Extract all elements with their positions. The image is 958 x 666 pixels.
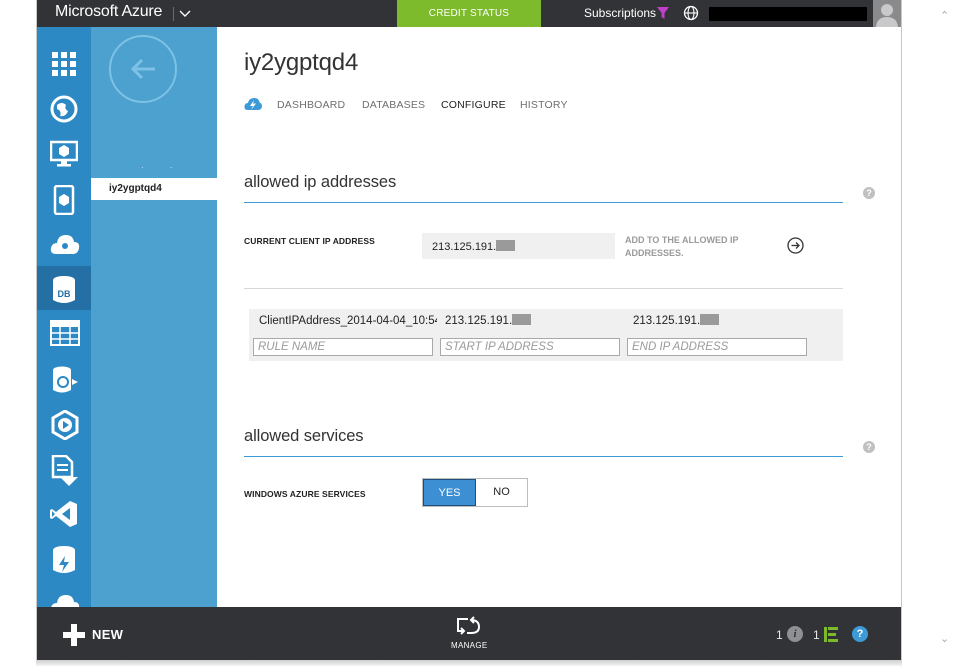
cloud-services-icon <box>50 235 80 254</box>
end-ip-input[interactable] <box>627 338 807 356</box>
new-rule-row <box>249 335 843 360</box>
redacted-octet <box>700 314 720 325</box>
rule-name-cell[interactable]: ClientIPAddress_2014-04-04_10:54 <box>259 309 437 334</box>
tab-history[interactable]: HISTORY <box>520 99 568 111</box>
rail-service-bus[interactable] <box>37 446 91 490</box>
filter-icon[interactable] <box>656 6 670 20</box>
cache-icon <box>53 546 75 573</box>
manage-icon[interactable] <box>456 616 482 638</box>
rail-cache[interactable] <box>37 536 91 580</box>
rail-all-items[interactable] <box>37 41 91 85</box>
brand-separator <box>173 7 174 21</box>
divider <box>244 288 843 289</box>
nav-item-database-server[interactable]: iy2ygptqd4 <box>91 178 217 200</box>
current-client-ip-field: 213.125.191. <box>422 233 615 259</box>
operations-list-icon[interactable] <box>824 627 838 642</box>
allowed-ip-heading: allowed ip addresses <box>244 173 397 191</box>
notification-count: 1 <box>776 628 783 642</box>
rail-mobile-services[interactable] <box>37 176 91 220</box>
rail-cloud-services[interactable] <box>37 221 91 265</box>
globe-icon[interactable] <box>683 5 699 21</box>
redacted-octet <box>496 240 516 251</box>
page-title: iy2ygptqd4 <box>244 49 359 76</box>
scroll-up-arrow-icon[interactable]: ⌃ <box>940 9 949 22</box>
svg-text:DB: DB <box>58 289 71 299</box>
arrow-left-icon <box>130 58 155 80</box>
account-name-redacted[interactable] <box>709 7 867 21</box>
firewall-rules-table: ClientIPAddress_2014-04-04_10:54 213.125… <box>249 309 843 361</box>
rail-sql-databases[interactable]: DB <box>37 266 91 310</box>
rail-web-sites[interactable] <box>37 86 91 130</box>
window-shadow <box>36 660 902 666</box>
avatar[interactable] <box>873 0 901 27</box>
scroll-down-arrow-icon[interactable]: ⌄ <box>940 632 949 645</box>
windows-azure-services-toggle: YES NO <box>422 478 528 507</box>
cloud-lightning-icon <box>244 98 262 110</box>
mobile-services-icon <box>53 185 75 215</box>
help-icon[interactable]: ? <box>863 187 875 199</box>
add-to-allowed-ip-link[interactable]: ADD TO THE ALLOWED IP ADDRESSES. <box>625 234 765 260</box>
tab-configure[interactable]: CONFIGURE <box>441 99 506 111</box>
rail-more[interactable] <box>37 581 91 607</box>
allowed-services-heading: allowed services <box>244 427 364 445</box>
back-button[interactable] <box>109 35 177 103</box>
command-bar: NEW MANAGE 1 i 1 ? <box>37 607 901 660</box>
manage-button[interactable]: MANAGE <box>451 641 487 650</box>
web-sites-icon <box>50 95 78 123</box>
visual-studio-icon <box>50 501 77 527</box>
arrow-right-circle-icon[interactable] <box>787 237 804 254</box>
hdinsight-icon <box>53 366 78 393</box>
start-ip-cell[interactable]: 213.125.191. <box>445 309 625 334</box>
section-divider <box>244 202 843 203</box>
plus-icon[interactable] <box>63 624 85 646</box>
rail-hdinsight[interactable] <box>37 356 91 400</box>
page-scrollbar[interactable]: ⌃ ⌄ <box>935 0 958 666</box>
user-icon <box>876 4 898 27</box>
virtual-machines-icon <box>50 140 78 167</box>
sql-databases-icon: DB <box>53 276 75 303</box>
navigation-panel: · · iy2ygptqd4 <box>91 27 217 607</box>
help-button[interactable]: ? <box>852 626 868 642</box>
end-ip-cell[interactable]: 213.125.191. <box>633 309 813 334</box>
operations-count: 1 <box>813 628 820 642</box>
service-bus-icon <box>51 455 78 486</box>
main-content: iy2ygptqd4 DASHBOARD DATABASES CONFIGURE… <box>217 27 901 607</box>
toggle-yes-button[interactable]: YES <box>423 479 476 506</box>
help-icon[interactable]: ? <box>863 441 875 453</box>
brand-title[interactable]: Microsoft Azure <box>55 3 162 21</box>
windows-azure-services-label: WINDOWS AZURE SERVICES <box>244 489 366 499</box>
current-client-ip-label: CURRENT CLIENT IP ADDRESS <box>244 236 375 246</box>
subscriptions-link[interactable]: Subscriptions <box>584 6 656 20</box>
chevron-down-icon[interactable] <box>177 3 193 23</box>
portal-window: Microsoft Azure CREDIT STATUS Subscripti… <box>36 0 902 660</box>
top-bar: Microsoft Azure CREDIT STATUS Subscripti… <box>37 0 901 27</box>
credit-status-button[interactable]: CREDIT STATUS <box>397 0 541 27</box>
all-items-icon <box>52 52 76 76</box>
nav-overflow-dots: · · <box>141 163 185 172</box>
service-rail: DB <box>37 27 91 607</box>
storage-icon <box>50 320 80 346</box>
rail-visual-studio[interactable] <box>37 491 91 535</box>
table-row: ClientIPAddress_2014-04-04_10:54 213.125… <box>249 309 843 334</box>
rail-media-services[interactable] <box>37 401 91 445</box>
rail-virtual-machines[interactable] <box>37 131 91 175</box>
rule-name-input[interactable] <box>253 338 433 356</box>
tab-dashboard[interactable]: DASHBOARD <box>277 99 345 111</box>
new-button[interactable]: NEW <box>92 627 123 642</box>
redacted-octet <box>512 314 532 325</box>
section-divider <box>244 456 843 457</box>
more-icon <box>51 595 80 607</box>
rail-storage[interactable] <box>37 311 91 355</box>
current-client-ip-value: 213.125.191. <box>432 240 516 253</box>
info-icon[interactable]: i <box>787 626 803 642</box>
media-services-icon <box>51 410 79 440</box>
toggle-no-button[interactable]: NO <box>476 479 527 506</box>
tab-databases[interactable]: DATABASES <box>362 99 425 111</box>
start-ip-input[interactable] <box>440 338 620 356</box>
